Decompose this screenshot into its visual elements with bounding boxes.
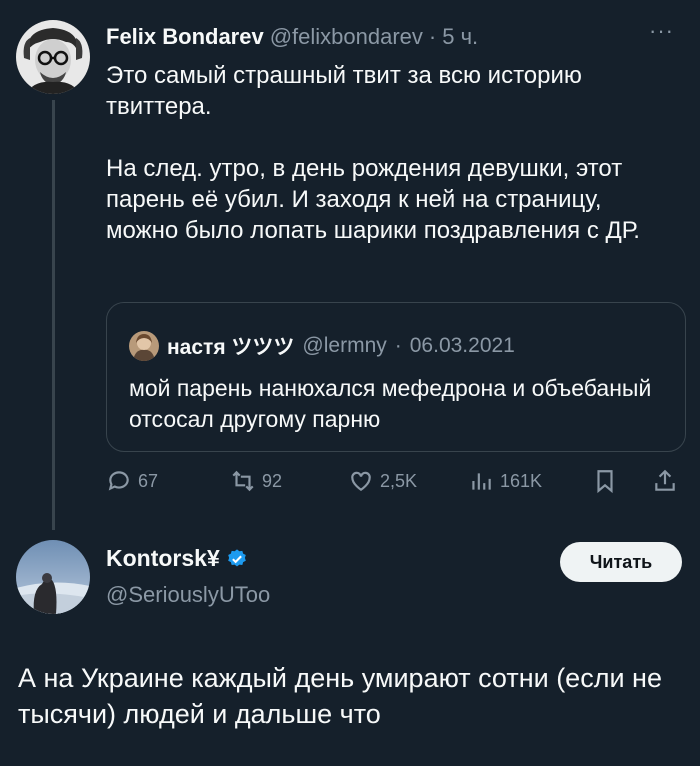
share-button[interactable] xyxy=(652,468,678,494)
views-button[interactable]: 161K xyxy=(468,468,542,494)
avatar-felix[interactable] xyxy=(16,20,90,94)
verified-badge-icon xyxy=(227,548,246,566)
like-button[interactable]: 2,5K xyxy=(348,468,417,494)
quoted-tweet-header: настя ツツツ @lermny · 06.03.2021 xyxy=(129,331,515,361)
tweet1-header: Felix Bondarev @felixbondarev · 5 ч. xyxy=(106,24,478,50)
like-count: 2,5K xyxy=(380,470,418,491)
tweet1-text: Это самый страшный твит за всю историю т… xyxy=(106,60,676,246)
quoted-author-handle: @lermny xyxy=(302,334,387,357)
reply-icon xyxy=(108,471,129,491)
thread-line xyxy=(52,100,55,530)
quoted-tweet-text: мой парень нанюхался мефедрона и объебан… xyxy=(129,375,652,432)
views-icon xyxy=(472,473,491,490)
retweet-icon xyxy=(232,470,254,492)
tweet2-author-name[interactable]: Kontorsk¥ xyxy=(106,545,220,572)
tweet1-timestamp[interactable]: 5 ч. xyxy=(442,24,478,50)
follow-button[interactable]: Читать xyxy=(560,542,682,582)
tweet1-separator: · xyxy=(428,24,437,49)
tweet1-author-handle[interactable]: @felixbondarev xyxy=(270,24,423,50)
reply-count: 67 xyxy=(138,470,159,491)
tweet1-action-bar: 67 92 2,5K 161K xyxy=(106,468,686,500)
heart-icon xyxy=(351,471,371,491)
bookmark-icon xyxy=(597,470,613,494)
avatar-nastya xyxy=(129,331,159,361)
retweet-count: 92 xyxy=(262,470,283,491)
quoted-tweet[interactable]: настя ツツツ @lermny · 06.03.2021 мой парен… xyxy=(106,302,686,452)
tweet2-author[interactable]: Kontorsk¥ xyxy=(106,545,248,572)
tweet1-text-gap xyxy=(106,122,676,153)
tweet1-text-paragraph-1: Это самый страшный твит за всю историю т… xyxy=(106,62,582,120)
avatar-kontorsk[interactable] xyxy=(16,540,90,614)
quoted-date: 06.03.2021 xyxy=(409,334,515,357)
views-count: 161K xyxy=(500,470,543,491)
avatar-kontorsk-image xyxy=(16,540,90,614)
more-options-icon[interactable]: ··· xyxy=(649,18,674,44)
quoted-author-name: настя ツツツ xyxy=(167,336,295,359)
retweet-button[interactable]: 92 xyxy=(230,468,282,494)
tweet1-text-paragraph-2: На след. утро, в день рождения девушки, … xyxy=(106,155,640,244)
tweet1-author-name[interactable]: Felix Bondarev xyxy=(106,24,264,50)
reply-button[interactable]: 67 xyxy=(106,468,158,494)
quoted-separator: · xyxy=(394,334,402,357)
tweet2-author-handle[interactable]: @SeriouslyUToo xyxy=(106,582,270,608)
tweet2-text: А на Украине каждый день умирают сотни (… xyxy=(18,663,662,729)
avatar-felix-image xyxy=(16,20,90,94)
bookmark-button[interactable] xyxy=(592,468,618,494)
avatar-nastya-image xyxy=(129,331,159,361)
share-icon xyxy=(655,469,675,491)
